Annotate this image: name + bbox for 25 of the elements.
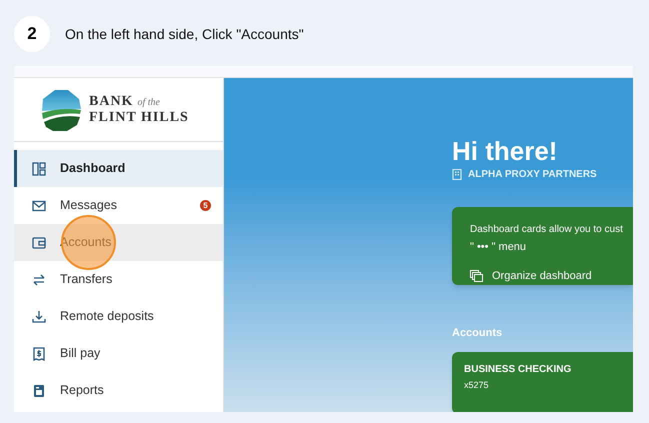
nav-item[interactable]: Dashboard <box>14 150 223 187</box>
report-icon <box>32 384 46 398</box>
account-name: BUSINESS CHECKING <box>464 363 572 377</box>
unread-badge: 5 <box>200 200 211 211</box>
logo-text: BANK <box>89 94 134 109</box>
info-text: " ••• " menu <box>470 240 528 255</box>
section-heading: Accounts <box>452 326 504 340</box>
info-text: Dashboard cards allow you to cust <box>470 223 623 237</box>
organize-dashboard-button[interactable]: Organize dashboard <box>470 268 592 284</box>
logo-text: FLINT HILLS <box>89 110 189 125</box>
arrows-icon <box>32 272 46 286</box>
logo-icon <box>41 88 81 130</box>
envelope-icon <box>32 198 46 212</box>
building-icon <box>452 169 462 180</box>
logo-text: of the <box>137 96 160 110</box>
step-number: 2 <box>14 16 50 52</box>
dashboard-icon <box>32 162 46 176</box>
organization-name: ALPHA PROXY PARTNERS <box>468 168 597 182</box>
wallet-icon <box>32 236 46 250</box>
step-instruction: On the left hand side, Click "Accounts" <box>65 24 304 44</box>
account-card[interactable]: BUSINESS CHECKING x5275 <box>452 352 633 412</box>
greeting: Hi there! <box>452 137 558 165</box>
account-number: x5275 <box>464 379 489 392</box>
download-icon <box>32 310 46 324</box>
receipt-icon <box>32 346 46 360</box>
